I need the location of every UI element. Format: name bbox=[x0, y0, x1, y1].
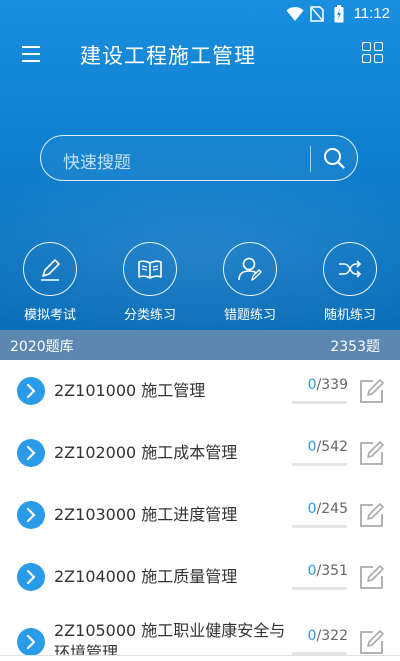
chevron-right-icon bbox=[17, 628, 45, 656]
search-placeholder: 快速搜题 bbox=[63, 153, 131, 173]
edit-icon[interactable] bbox=[358, 563, 386, 591]
action-circle bbox=[323, 242, 377, 296]
search-icon[interactable] bbox=[323, 147, 345, 169]
edit-icon[interactable] bbox=[358, 628, 386, 656]
action-mock-exam[interactable]: 模拟考试 bbox=[0, 242, 100, 323]
chapter-title: 2Z101000 施工管理 bbox=[54, 381, 206, 400]
chapter-row[interactable]: 2Z104000 施工质量管理 0/351 bbox=[0, 546, 400, 608]
sim-icon bbox=[310, 6, 324, 22]
action-wrong-practice[interactable]: 错题练习 bbox=[200, 242, 300, 323]
status-bar: 11:12 bbox=[0, 0, 400, 28]
top-bar: 建设工程施工管理 bbox=[0, 28, 400, 80]
quick-actions: 模拟考试 分类练习 错题练习 随机练习 bbox=[0, 242, 400, 323]
action-circle bbox=[23, 242, 77, 296]
progress-bar bbox=[292, 401, 347, 404]
chapter-row[interactable]: 2Z102000 施工成本管理 0/542 bbox=[0, 422, 400, 484]
grid-icon[interactable] bbox=[362, 42, 384, 64]
chapter-total: /351 bbox=[316, 563, 348, 579]
progress-bar bbox=[292, 587, 347, 590]
chapter-progress: 0/245 bbox=[292, 501, 348, 517]
action-category-practice[interactable]: 分类练习 bbox=[100, 242, 200, 323]
page-title: 建设工程施工管理 bbox=[80, 44, 256, 68]
menu-icon[interactable] bbox=[22, 46, 40, 62]
chapter-done: 0 bbox=[307, 439, 317, 455]
progress-bar bbox=[292, 525, 347, 528]
book-icon bbox=[138, 260, 162, 279]
chevron-right-icon bbox=[17, 439, 45, 467]
chapter-done: 0 bbox=[307, 628, 317, 644]
chevron-right-icon bbox=[17, 377, 45, 405]
wifi-icon bbox=[286, 6, 304, 21]
action-label: 随机练习 bbox=[323, 308, 376, 323]
action-label: 分类练习 bbox=[123, 308, 176, 323]
action-circle bbox=[223, 242, 277, 296]
chapter-list: 2Z101000 施工管理 0/339 2Z102000 施工成本管理 0/54… bbox=[0, 360, 400, 661]
chapter-total: /339 bbox=[316, 377, 348, 393]
chapter-row[interactable]: 2Z101000 施工管理 0/339 bbox=[0, 360, 400, 422]
chapter-done: 0 bbox=[307, 377, 317, 393]
status-time: 11:12 bbox=[353, 5, 390, 22]
action-random-practice[interactable]: 随机练习 bbox=[300, 242, 400, 323]
action-circle bbox=[123, 242, 177, 296]
progress-bar bbox=[292, 463, 347, 466]
chapter-title: 2Z103000 施工进度管理 bbox=[54, 505, 238, 524]
battery-icon bbox=[334, 5, 344, 23]
edit-icon[interactable] bbox=[358, 439, 386, 467]
bottom-nav bbox=[0, 655, 400, 661]
edit-icon[interactable] bbox=[358, 377, 386, 405]
chapter-total: /322 bbox=[316, 628, 348, 644]
chapter-total: /245 bbox=[316, 501, 348, 517]
chapter-title: 2Z102000 施工成本管理 bbox=[54, 443, 238, 462]
chapter-progress: 0/322 bbox=[292, 628, 348, 644]
search-input[interactable]: 快速搜题 bbox=[40, 135, 358, 181]
chapter-title: 2Z104000 施工质量管理 bbox=[54, 567, 238, 586]
action-label: 错题练习 bbox=[223, 308, 276, 323]
shuffle-icon bbox=[339, 260, 362, 278]
chapter-row[interactable]: 2Z103000 施工进度管理 0/245 bbox=[0, 484, 400, 546]
chapter-done: 0 bbox=[307, 563, 317, 579]
chapter-done: 0 bbox=[307, 501, 317, 517]
chapter-progress: 0/339 bbox=[292, 377, 348, 393]
chevron-right-icon bbox=[17, 501, 45, 529]
chapter-total: /542 bbox=[316, 439, 348, 455]
search-divider bbox=[310, 146, 311, 172]
user-edit-icon bbox=[238, 257, 262, 281]
chapter-progress: 0/542 bbox=[292, 439, 348, 455]
header-banner: 11:12 建设工程施工管理 快速搜题 模拟考试 分类练习 错题练习 随机练习 bbox=[0, 0, 400, 330]
bank-name: 2020题库 bbox=[10, 339, 74, 355]
bank-total: 2353题 bbox=[330, 339, 380, 355]
chapter-row[interactable]: 2Z105000 施工职业健康安全与环境管理 0/322 bbox=[0, 608, 400, 661]
chevron-right-icon bbox=[17, 563, 45, 591]
pen-icon bbox=[41, 259, 60, 281]
action-label: 模拟考试 bbox=[23, 308, 76, 323]
chapter-progress: 0/351 bbox=[292, 563, 348, 579]
question-bank-bar: 2020题库 2353题 bbox=[0, 330, 400, 360]
edit-icon[interactable] bbox=[358, 501, 386, 529]
